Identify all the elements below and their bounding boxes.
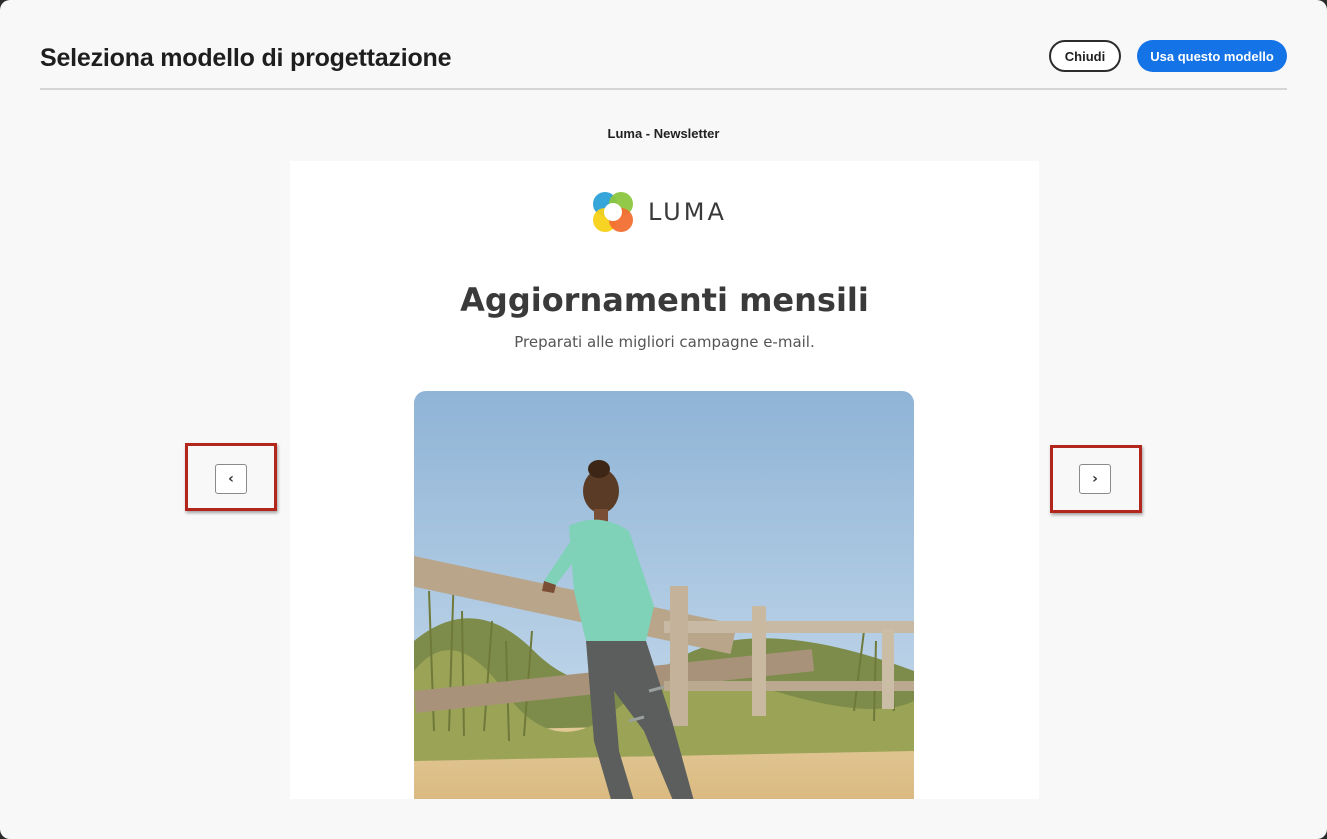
template-preview: LUMA Aggiornamenti mensili Preparati all… <box>290 161 1039 799</box>
chevron-right-icon: › <box>1092 471 1098 487</box>
template-name-label: Luma - Newsletter <box>607 126 720 141</box>
newsletter-heading: Aggiornamenti mensili <box>460 281 869 319</box>
template-picker-dialog: Seleziona modello di progettazione Chiud… <box>0 0 1327 839</box>
chevron-left-icon: ‹ <box>228 471 234 487</box>
luma-logo-icon <box>593 192 633 232</box>
close-button[interactable]: Chiudi <box>1049 40 1121 72</box>
newsletter-subheading: Preparati alle migliori campagne e-mail. <box>514 333 815 351</box>
luma-logo: LUMA <box>590 189 727 235</box>
next-template-button[interactable]: › <box>1079 464 1111 494</box>
previous-template-button[interactable]: ‹ <box>215 464 247 494</box>
logo-text: LUMA <box>648 198 727 226</box>
dialog-header: Seleziona modello di progettazione Chiud… <box>40 36 1287 90</box>
hero-image <box>414 391 914 799</box>
use-template-button[interactable]: Usa questo modello <box>1137 40 1287 72</box>
dialog-title: Seleziona modello di progettazione <box>40 44 452 72</box>
